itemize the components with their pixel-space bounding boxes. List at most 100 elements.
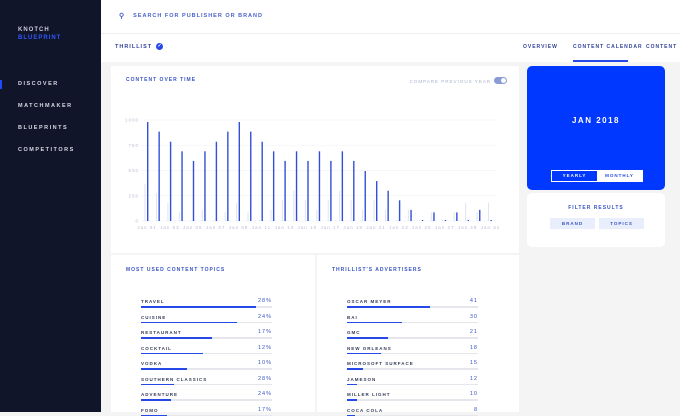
bar-current-year <box>227 132 228 221</box>
bar-current-year <box>193 161 194 221</box>
bar-previous-year <box>202 210 203 221</box>
x-tick-label: Jan 25 <box>412 225 432 230</box>
item-value: 15 <box>470 360 478 366</box>
x-tick-label: Jan 27 <box>435 225 455 230</box>
bar-current-year <box>158 132 159 221</box>
bar-current-year <box>273 151 274 221</box>
logo[interactable]: KNOTCHBLUEPRINT <box>18 26 61 42</box>
list-item: ADVENTURE24% <box>141 392 272 397</box>
list-item: OSCAR MEYER41 <box>347 299 478 304</box>
item-value: 10% <box>258 360 272 366</box>
item-value: 41 <box>470 298 478 304</box>
bar-current-year <box>387 191 388 221</box>
bar-previous-year <box>374 200 375 221</box>
x-tick-label: Jan 01 <box>137 225 157 230</box>
list-item: MILLER LIGHT10 <box>347 392 478 397</box>
bar-current-year <box>399 200 400 221</box>
item-bar-track <box>347 399 478 401</box>
bar-previous-year <box>419 220 420 221</box>
bar-current-year <box>250 132 251 221</box>
list-item: CUISINE24% <box>141 315 272 320</box>
item-value: 12 <box>470 376 478 382</box>
item-label: COCKTAIL <box>141 346 272 351</box>
search-bar: ⚲SEARCH FOR PUBLISHER OR BRAND <box>101 0 680 34</box>
item-bar-fill <box>347 337 388 339</box>
item-bar-fill <box>347 306 430 308</box>
bar-previous-year <box>351 200 352 221</box>
brand-filter-chip[interactable]: BRAND <box>550 218 595 229</box>
y-tick-label: 250 <box>128 193 139 198</box>
bar-previous-year <box>213 220 214 221</box>
list-item: BAI30 <box>347 315 478 320</box>
tab-content-calendar[interactable]: CONTENT CALENDAR <box>573 44 643 50</box>
item-bar-fill <box>347 384 357 386</box>
yearly-button[interactable]: YEARLY <box>552 171 597 181</box>
active-tab-underline <box>573 60 628 62</box>
bar-current-year <box>479 210 480 221</box>
item-label: SOUTHERN CLASSICS <box>141 377 272 382</box>
bar-previous-year <box>145 184 146 221</box>
item-bar-fill <box>347 353 381 355</box>
filter-title: FILTER RESULTS <box>527 205 665 211</box>
sidebar-item-matchmaker[interactable]: MATCHMAKER <box>18 103 73 109</box>
item-value: 10 <box>470 391 478 397</box>
item-bar-fill <box>141 337 212 339</box>
item-bar-fill <box>141 353 203 355</box>
item-value: 17% <box>258 329 272 335</box>
tab-overview[interactable]: OVERVIEW <box>523 44 558 50</box>
list-item: MICROSOFT SURFACE15 <box>347 361 478 366</box>
calendar-period: JAN 2018 <box>527 116 665 125</box>
sidebar-item-discover[interactable]: DISCOVER <box>18 81 59 87</box>
x-tick-label: Jan 19 <box>343 225 363 230</box>
advertisers-card: THRILLIST'S ADVERTISERS OSCAR MEYER41BAI… <box>317 255 519 412</box>
bar-previous-year <box>305 200 306 221</box>
bar-current-year <box>468 220 469 221</box>
tab-content[interactable]: CONTENT <box>646 44 677 50</box>
bar-current-year <box>330 161 331 221</box>
item-label: BAI <box>347 315 478 320</box>
bar-current-year <box>353 161 354 221</box>
list-item: RESTAURANT17% <box>141 330 272 335</box>
bar-previous-year <box>293 191 294 221</box>
item-value: 30 <box>470 314 478 320</box>
list-item: NEW ORLEANS18 <box>347 346 478 351</box>
item-bar-track <box>141 322 272 324</box>
list-item: GMC21 <box>347 330 478 335</box>
sidebar-item-blueprints[interactable]: BLUEPRINTS <box>18 125 68 131</box>
item-bar-track <box>347 337 478 339</box>
list-item: JAMESON12 <box>347 377 478 382</box>
verified-icon: ✓ <box>156 43 163 50</box>
x-tick-label: Jan 11 <box>252 225 271 230</box>
bar-previous-year <box>465 203 466 221</box>
item-value: 24% <box>258 391 272 397</box>
list-item: SOUTHERN CLASSICS28% <box>141 377 272 382</box>
item-label: NEW ORLEANS <box>347 346 478 351</box>
item-value: 18 <box>470 345 478 351</box>
bar-previous-year <box>248 212 249 221</box>
brand-name: KNOTCH <box>18 26 61 34</box>
topics-card: MOST USED CONTENT TOPICS TRAVEL28%CUISIN… <box>111 255 315 412</box>
x-tick-label: Jan 13 <box>275 225 295 230</box>
item-bar-fill <box>141 368 187 370</box>
filter-card: FILTER RESULTS BRAND TOPICS <box>527 193 665 247</box>
bar-previous-year <box>270 210 271 221</box>
search-input[interactable]: ⚲SEARCH FOR PUBLISHER OR BRAND <box>119 12 263 20</box>
bar-previous-year <box>339 191 340 221</box>
list-item: TRAVEL28% <box>141 299 272 304</box>
topics-filter-chip[interactable]: TOPICS <box>599 218 644 229</box>
calendar-card: JAN 2018 YEARLY MONTHLY <box>527 66 665 190</box>
bar-previous-year <box>385 210 386 221</box>
bar-current-year <box>307 161 308 221</box>
item-value: 21 <box>470 329 478 335</box>
sidebar-item-competitors[interactable]: COMPETITORS <box>18 147 75 153</box>
content-chart: 10007505002500Jan 01Jan 03Jan 05Jan 07Ja… <box>111 66 519 253</box>
x-tick-label: Jan 17 <box>320 225 340 230</box>
monthly-button[interactable]: MONTHLY <box>597 171 642 181</box>
item-bar-track <box>347 353 478 355</box>
bar-current-year <box>376 181 377 221</box>
list-item: VODKA10% <box>141 361 272 366</box>
bar-current-year <box>422 220 423 221</box>
bar-previous-year <box>282 200 283 221</box>
active-indicator <box>0 80 2 89</box>
bar-previous-year <box>488 203 489 221</box>
